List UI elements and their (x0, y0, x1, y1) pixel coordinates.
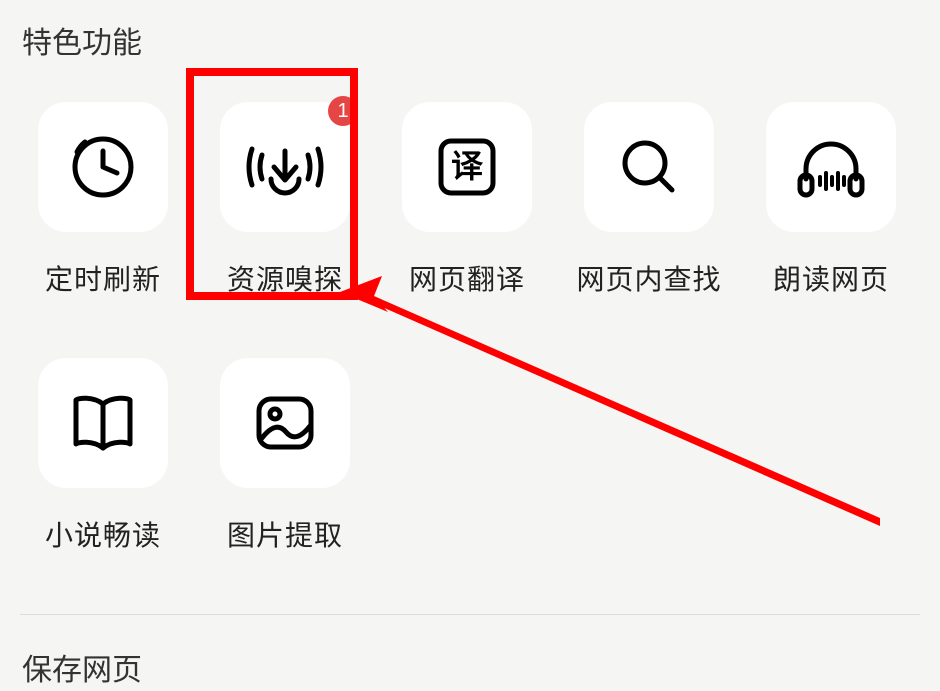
clock-icon (38, 102, 168, 232)
image-icon (220, 358, 350, 488)
feature-find-in-page[interactable]: 网页内查找 (558, 102, 740, 298)
feature-label: 网页翻译 (409, 258, 525, 298)
feature-label: 网页内查找 (576, 258, 721, 298)
section-title-features: 特色功能 (0, 0, 940, 72)
feature-label: 资源嗅探 (227, 258, 343, 298)
feature-label: 朗读网页 (773, 258, 889, 298)
feature-page-translate[interactable]: 译 网页翻译 (376, 102, 558, 298)
feature-label: 定时刷新 (45, 258, 161, 298)
sniffer-icon (220, 102, 350, 232)
feature-image-extract[interactable]: 图片提取 (194, 358, 376, 554)
features-grid: 定时刷新 1 资源嗅探 译 网页翻译 (0, 72, 940, 614)
book-icon (38, 358, 168, 488)
feature-label: 小说畅读 (45, 514, 161, 554)
translate-icon: 译 (402, 102, 532, 232)
feature-read-aloud[interactable]: 朗读网页 (740, 102, 922, 298)
section-title-save: 保存网页 (0, 615, 940, 691)
search-icon (584, 102, 714, 232)
feature-novel-read[interactable]: 小说畅读 (12, 358, 194, 554)
badge-count: 1 (328, 96, 358, 126)
feature-timed-refresh[interactable]: 定时刷新 (12, 102, 194, 298)
svg-text:译: 译 (451, 148, 484, 184)
feature-label: 图片提取 (227, 514, 343, 554)
headphones-icon (766, 102, 896, 232)
feature-resource-sniff[interactable]: 1 资源嗅探 (194, 102, 376, 298)
